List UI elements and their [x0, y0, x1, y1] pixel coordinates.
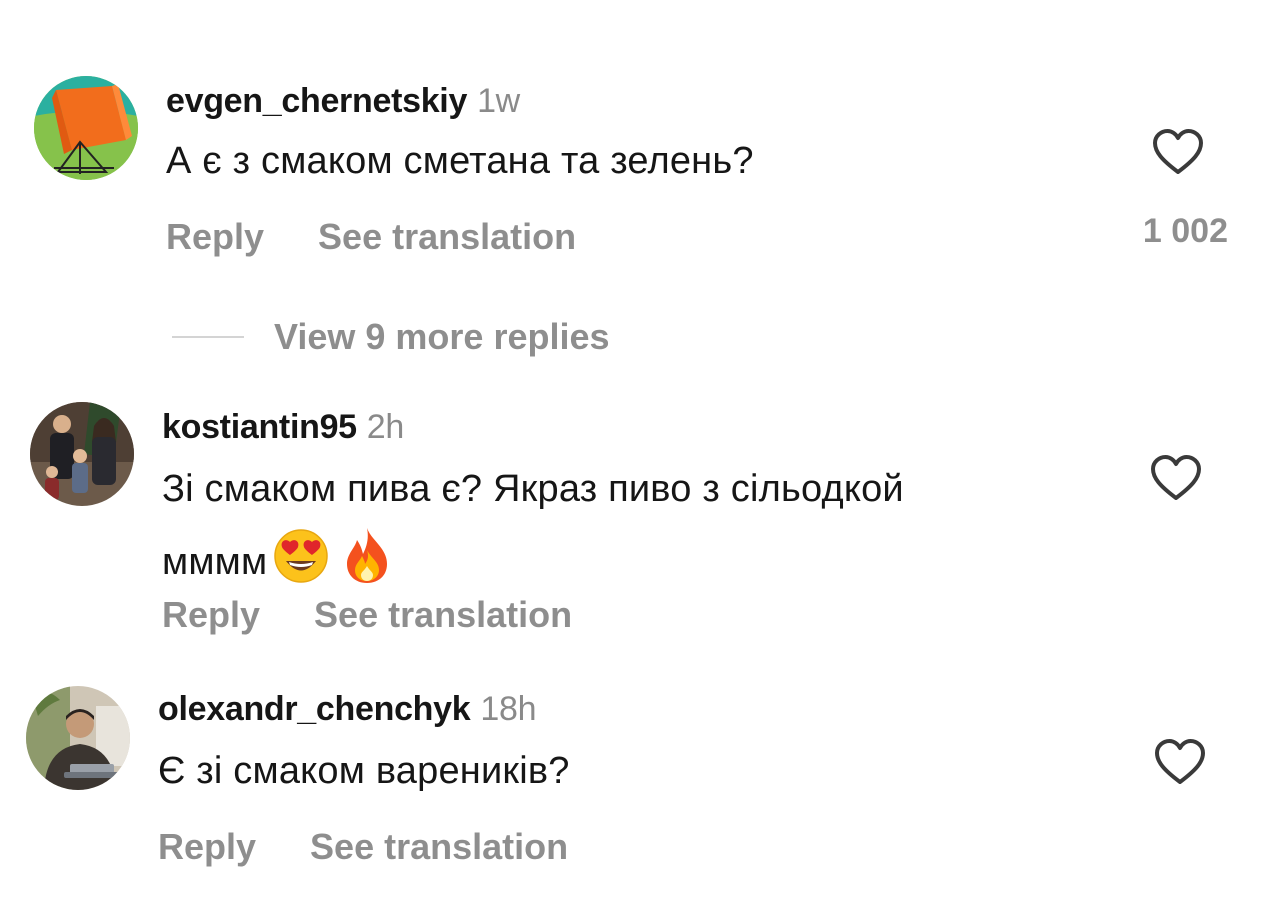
- comment-username[interactable]: olexandr_chenchyk 18h: [158, 690, 537, 729]
- avatar[interactable]: [34, 76, 138, 180]
- comments-section: evgen_chernetskiy 1w А є з смаком сметана…: [0, 0, 1280, 921]
- comment-body: Є зі смаком вареників?: [158, 750, 570, 792]
- comment-actions: Reply See translation: [158, 826, 568, 868]
- comment-username[interactable]: kostiantin95 2h: [162, 408, 404, 447]
- comment-actions: Reply See translation: [162, 594, 572, 636]
- comment-time: 1w: [477, 82, 520, 120]
- comment-text: Є зі смаком вареників?: [158, 744, 1118, 798]
- fire-emoji-icon: [343, 526, 391, 599]
- comment-username[interactable]: evgen_chernetskiy 1w: [166, 82, 520, 121]
- like-heart-icon[interactable]: [1152, 128, 1204, 176]
- family-photo-avatar-icon: [30, 402, 134, 506]
- comment-time: 18h: [480, 690, 537, 728]
- see-translation-button[interactable]: See translation: [318, 216, 576, 257]
- comment-actions: Reply See translation: [166, 216, 576, 258]
- comment-body-tail: мммм: [162, 541, 268, 583]
- comment-time: 2h: [366, 408, 405, 446]
- comment-text: А є з смаком сметана та зелень?: [166, 134, 1126, 188]
- username-text[interactable]: evgen_chernetskiy: [166, 82, 467, 120]
- username-text[interactable]: olexandr_chenchyk: [158, 690, 471, 728]
- username-text[interactable]: kostiantin95: [162, 408, 357, 446]
- like-count[interactable]: 1 002: [1100, 212, 1228, 251]
- view-more-replies-button[interactable]: View 9 more replies: [172, 316, 610, 358]
- see-translation-button[interactable]: See translation: [310, 826, 568, 867]
- like-heart-icon[interactable]: [1154, 738, 1206, 786]
- reply-button[interactable]: Reply: [158, 826, 256, 867]
- man-photo-avatar-icon: [26, 686, 130, 790]
- tent-avatar-icon: [34, 76, 138, 180]
- comment-text: Зі смаком пива є? Якраз пиво з сільодкой…: [162, 462, 1122, 599]
- replies-divider-line: [172, 336, 244, 338]
- heart-eyes-emoji-icon: [273, 528, 329, 599]
- see-translation-button[interactable]: See translation: [314, 594, 572, 635]
- comment-body-continued: мммм: [162, 526, 1122, 599]
- view-more-replies-label[interactable]: View 9 more replies: [274, 316, 610, 357]
- reply-button[interactable]: Reply: [162, 594, 260, 635]
- avatar[interactable]: [26, 686, 130, 790]
- avatar[interactable]: [30, 402, 134, 506]
- comment-body: А є з смаком сметана та зелень?: [166, 140, 754, 182]
- reply-button[interactable]: Reply: [166, 216, 264, 257]
- comment-body: Зі смаком пива є? Якраз пиво з сільодкой: [162, 468, 904, 510]
- like-heart-icon[interactable]: [1150, 454, 1202, 502]
